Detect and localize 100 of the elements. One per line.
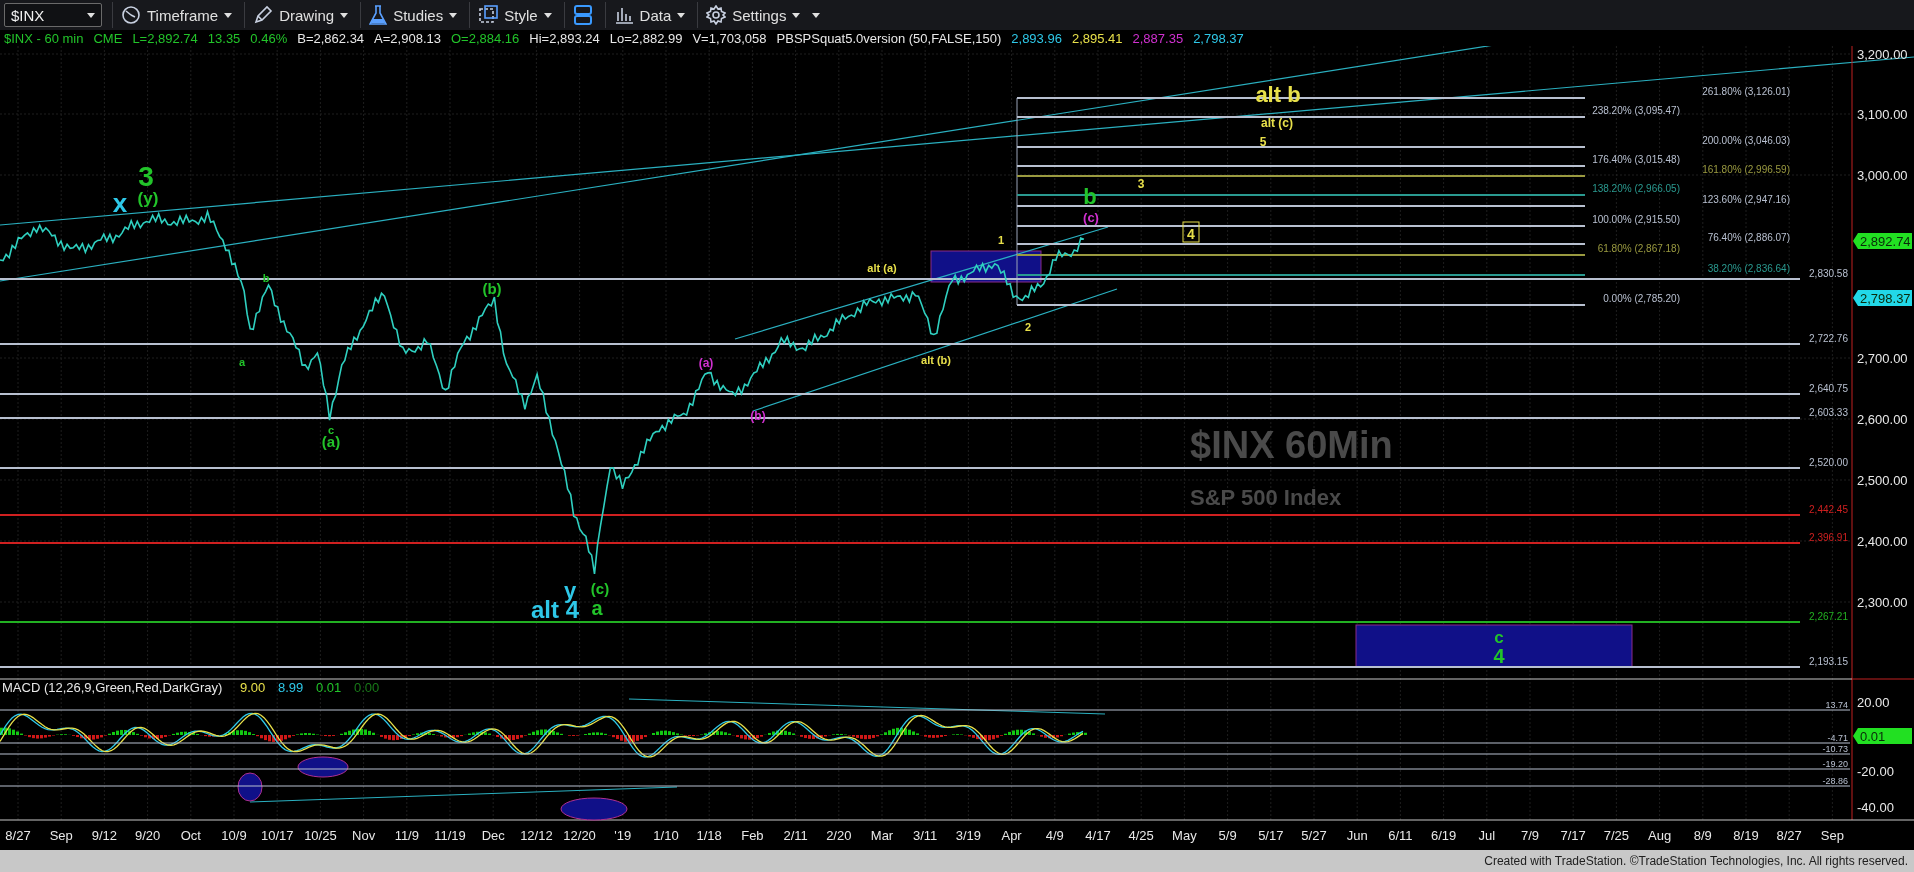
toolbar-button[interactable]: Studies (360, 2, 466, 28)
price-axis-label: 2,400.00 (1857, 534, 1908, 549)
time-axis-label: 11/19 (434, 828, 466, 843)
macd-title: MACD (12,26,9,Green,Red,DarkGray) (2, 680, 223, 695)
price-level-label: 2,442.45 (1809, 504, 1848, 515)
divergence-ellipse (297, 756, 349, 778)
macd-axis-label: -40.00 (1857, 800, 1894, 815)
toolbar-button[interactable]: Settings (697, 2, 809, 28)
quote-value: 2,887.35 (1132, 30, 1184, 46)
wave-label: 4 (1493, 645, 1505, 667)
price-axis-label: 2,700.00 (1857, 351, 1908, 366)
price-axis-label: 2,600.00 (1857, 412, 1908, 427)
fib-level-label: 100.00% (2,915.50) (1592, 214, 1680, 225)
time-axis-label: 3/11 (913, 828, 938, 843)
toolbar-button[interactable]: Style (469, 2, 560, 28)
wave-label: (y) (137, 189, 159, 208)
macd-value: 8.99 (278, 680, 304, 695)
wave-label: a (591, 597, 603, 619)
price-axis-label: 3,100.00 (1857, 107, 1908, 122)
time-axis-label: Sep (49, 828, 73, 843)
macd-level-label: -19.20 (1822, 759, 1848, 769)
quote-value: A=2,908.13 (374, 30, 441, 46)
price-level-label: 2,520.00 (1809, 457, 1848, 468)
caret-icon (812, 12, 821, 18)
wave-label: 3 (138, 161, 154, 192)
wave-label: 5 (1259, 135, 1267, 149)
quote-value: O=2,884.16 (451, 30, 520, 46)
watermark-text: S&P 500 Index (1190, 485, 1342, 510)
symbol-field[interactable]: $INX (4, 3, 102, 27)
wave-label: a (238, 356, 246, 368)
copyright-text: Created with TradeStation. ©TradeStation Technologies, Inc. All rights reserved. (0, 850, 1914, 872)
wave-label: (c) (590, 580, 610, 597)
fib-level-label: 76.40% (2,886.07) (1707, 232, 1790, 243)
caret-icon (87, 12, 95, 18)
time-axis-label: 6/19 (1430, 828, 1457, 843)
macd-level-label: -28.86 (1822, 776, 1848, 786)
time-axis-label: May (1172, 828, 1197, 843)
toolbar-button[interactable]: Drawing (244, 2, 357, 28)
time-axis-label: 7/9 (1520, 828, 1540, 843)
time-axis-label: 5/27 (1301, 828, 1327, 843)
quote-value: Lo=2,882.99 (609, 30, 683, 46)
macd-level-label: 13.74 (1825, 700, 1848, 710)
time-axis-label: Feb (741, 828, 764, 843)
caret-icon (224, 12, 233, 18)
time-axis-label: Mar (870, 828, 894, 843)
caret-icon (543, 12, 552, 18)
wave-label: 4 (1187, 226, 1195, 242)
quote-value: CME (93, 30, 123, 46)
time-axis-label: 9/20 (134, 828, 161, 843)
time-axis-label: Sep (1820, 828, 1844, 843)
pencil-icon (253, 5, 274, 25)
wave-label: (a) (321, 433, 341, 450)
caret-icon (340, 12, 349, 18)
caret-icon (792, 12, 801, 18)
wave-label: c (1494, 628, 1504, 647)
fib-level-label: 200.00% (3,046.03) (1702, 135, 1790, 146)
settings-icon (706, 5, 727, 25)
divergence-ellipse (237, 772, 263, 802)
wave-label: (a) (698, 356, 714, 370)
time-axis-label: Nov (352, 828, 376, 843)
macd-axis-label: -20.00 (1857, 764, 1894, 779)
price-level-label: 2,193.15 (1809, 656, 1848, 667)
fib-level-label: 0.00% (2,785.20) (1603, 293, 1680, 304)
quote-value: V=1,703,058 (692, 30, 767, 46)
time-axis-label: 12/12 (520, 828, 553, 843)
price-badge-text: 2,798.37 (1860, 291, 1911, 306)
quote-value: 13.35 (207, 30, 241, 46)
time-axis-label: 4/17 (1085, 828, 1111, 843)
time-axis-label: Dec (481, 828, 505, 843)
wave-label: 3 (1137, 177, 1145, 191)
layout-icon (572, 4, 593, 26)
time-axis-label: 4/9 (1045, 828, 1064, 843)
time-axis-label: 10/25 (304, 828, 337, 843)
time-axis-label: 11/9 (394, 828, 419, 843)
time-axis-label: Aug (1648, 828, 1672, 843)
dashed-square-icon (478, 5, 499, 25)
quote-value: L=2,892.74 (132, 30, 198, 46)
macd-level-label: -10.73 (1822, 744, 1848, 754)
wave-label: c (327, 424, 335, 436)
time-axis-label: 8/27 (5, 828, 31, 843)
toolbar-button[interactable]: Data (604, 2, 694, 28)
time-axis-label: Apr (1001, 828, 1022, 843)
flask-icon (369, 5, 388, 25)
quote-value: 0.46% (250, 30, 288, 46)
wave-label: alt (c) (1261, 116, 1293, 130)
quote-value: 2,893.96 (1011, 30, 1062, 46)
toolbar-button[interactable]: Timeframe (112, 2, 241, 28)
caret-icon (449, 12, 458, 18)
quote-value: B=2,862.34 (297, 30, 365, 46)
bar-chart-icon (613, 6, 634, 24)
clock-icon (121, 5, 141, 25)
time-axis-label: Jul (1478, 828, 1496, 843)
macd-value: 0.01 (316, 680, 342, 695)
price-level-label: 2,267.21 (1809, 611, 1848, 622)
time-axis-label: 5/9 (1218, 828, 1237, 843)
time-axis-label: 7/17 (1560, 828, 1586, 843)
quote-value: 2,798.37 (1193, 30, 1244, 46)
time-axis-label: '19 (614, 828, 632, 843)
macd-value: 9.00 (240, 680, 266, 695)
wave-label: (b) (482, 280, 502, 297)
